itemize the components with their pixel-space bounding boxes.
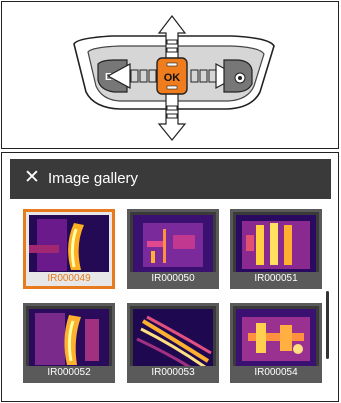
gallery-item-label: IR000049 <box>26 272 112 286</box>
thermal-thumbnail <box>236 215 316 275</box>
thermal-thumbnail <box>29 215 109 275</box>
device-keypad-panel: Esc OK <box>1 1 339 149</box>
gallery-item-label: IR000054 <box>233 366 319 380</box>
thermal-thumbnail <box>236 309 316 369</box>
ok-key-label: OK <box>164 72 181 84</box>
thermal-thumbnail <box>29 309 109 369</box>
gallery-item-label: IR000053 <box>130 366 216 380</box>
image-grid: IR000049 IR000050 IR000051 IR000052 IR00… <box>23 209 333 399</box>
gallery-item[interactable]: IR000051 <box>230 209 322 289</box>
gallery-item-label: IR000051 <box>233 272 319 286</box>
gallery-item[interactable]: IR000049 <box>23 209 115 289</box>
gallery-item[interactable]: IR000050 <box>127 209 219 289</box>
gallery-item[interactable]: IR000054 <box>230 303 322 383</box>
gallery-item-label: IR000052 <box>26 366 112 380</box>
page-title: Image gallery <box>48 170 139 187</box>
gallery-item[interactable]: IR000053 <box>127 303 219 383</box>
scrollbar[interactable] <box>326 291 329 359</box>
gallery-item[interactable]: IR000052 <box>23 303 115 383</box>
gallery-item-label: IR000050 <box>130 272 216 286</box>
close-icon[interactable]: ✕ <box>24 168 40 188</box>
thermal-thumbnail <box>133 215 213 275</box>
gallery-header: ✕ Image gallery <box>10 159 331 199</box>
thermal-thumbnail <box>133 309 213 369</box>
ok-key[interactable]: OK <box>156 57 188 95</box>
camera-key[interactable] <box>223 59 253 93</box>
keypad-illustration: Esc OK <box>73 15 275 141</box>
display-panel: ✕ Image gallery IR000049 IR000050 IR0000… <box>1 152 339 402</box>
device-screen: ✕ Image gallery IR000049 IR000050 IR0000… <box>10 159 331 399</box>
